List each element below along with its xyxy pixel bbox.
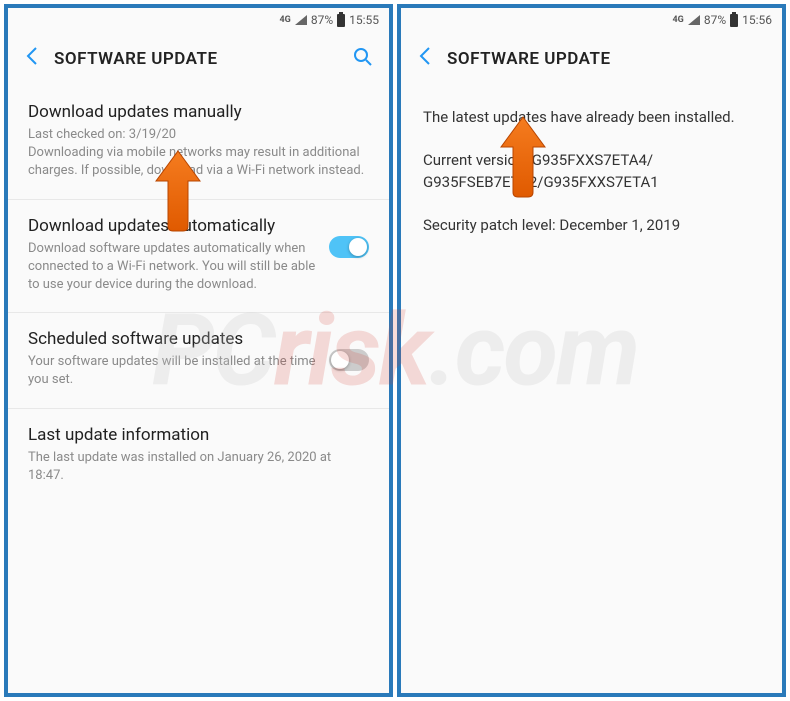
search-icon[interactable] [353,47,373,71]
phone-right: 4G 87% 15:56 SOFTWARE UPDATE The latest … [397,4,786,697]
last-update-row[interactable]: Last update information The last update … [8,409,389,503]
network-indicator: 4G [280,15,291,25]
version-line1: G935FXXS7ETA4/ [532,151,653,169]
download-manual-title: Download updates manually [28,102,369,122]
header-left: SOFTWARE UPDATE [8,32,389,86]
scheduled-title: Scheduled software updates [28,329,317,349]
back-icon[interactable] [417,46,431,72]
scheduled-toggle[interactable] [329,349,369,371]
download-auto-row[interactable]: Download updates automatically Download … [8,200,389,314]
download-auto-title: Download updates automatically [28,216,317,236]
last-update-desc: The last update was installed on January… [28,449,369,485]
status-bar-left: 4G 87% 15:55 [8,8,389,32]
status-bar-right: 4G 87% 15:56 [401,8,782,32]
last-update-title: Last update information [28,425,369,445]
signal-icon [295,15,307,25]
settings-list: Download updates manually Last checked o… [8,86,389,693]
version-info: Current version: G935FXXS7ETA4/ G935FSEB… [423,149,760,194]
version-label: Current version: [423,151,528,169]
download-auto-desc: Download software updates automatically … [28,240,317,295]
security-patch-level: Security patch level: December 1, 2019 [423,214,760,237]
clock-time: 15:56 [742,13,772,27]
header-right: SOFTWARE UPDATE [401,32,782,86]
phone-left: 4G 87% 15:55 SOFTWARE UPDATE Download up… [4,4,393,697]
update-status-message: The latest updates have already been ins… [423,106,760,129]
update-info-content: The latest updates have already been ins… [401,86,782,256]
battery-icon [730,14,738,27]
page-title: SOFTWARE UPDATE [54,49,337,69]
download-auto-toggle[interactable] [329,236,369,258]
back-icon[interactable] [24,46,38,72]
page-title: SOFTWARE UPDATE [447,49,766,69]
battery-percent: 87% [311,13,333,27]
battery-icon [337,14,345,27]
scheduled-desc: Your software updates will be installed … [28,353,317,389]
signal-icon [688,15,700,25]
download-manual-desc: Last checked on: 3/19/20 Downloading via… [28,126,369,181]
scheduled-updates-row[interactable]: Scheduled software updates Your software… [8,313,389,408]
network-indicator: 4G [673,15,684,25]
version-line2: G935FSEB7ETA2/G935FXXS7ETA1 [423,173,659,191]
download-manual-row[interactable]: Download updates manually Last checked o… [8,86,389,200]
battery-percent: 87% [704,13,726,27]
clock-time: 15:55 [349,13,379,27]
